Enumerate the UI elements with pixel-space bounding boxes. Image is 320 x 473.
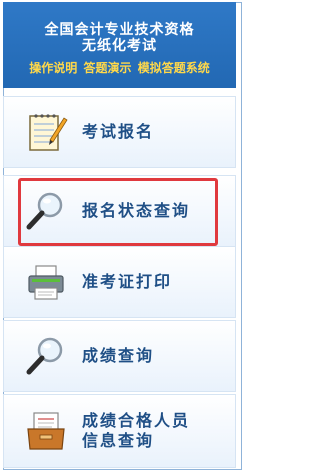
menu-item-score-query[interactable]: 成绩查询	[3, 320, 236, 392]
notepad-pencil-icon	[29, 114, 68, 151]
menu-label-line2: 信息查询	[82, 431, 155, 450]
menu-label: 成绩查询	[82, 346, 155, 365]
printer-icon	[28, 265, 64, 300]
menu-label: 准考证打印	[82, 272, 173, 291]
menu-item-qualified-info[interactable]: 成绩合格人员 信息查询	[3, 394, 236, 468]
file-box-icon	[27, 412, 65, 450]
link-mock-system[interactable]: 模拟答题系统	[138, 61, 210, 75]
menu-label: 成绩合格人员 信息查询	[82, 411, 190, 451]
selection-highlight	[18, 178, 218, 246]
link-demo[interactable]: 答题演示	[83, 61, 131, 75]
header-banner: 全国会计专业技术资格 无纸化考试 操作说明 答题演示 模拟答题系统	[3, 2, 236, 88]
magnifier-icon	[26, 337, 63, 375]
header-title-line1: 全国会计专业技术资格	[44, 22, 195, 38]
menu-label-line1: 成绩合格人员	[82, 411, 191, 430]
link-operation-guide[interactable]: 操作说明	[29, 61, 77, 75]
header-title-line2: 无纸化考试	[82, 38, 157, 54]
header-links: 操作说明 答题演示 模拟答题系统	[3, 59, 236, 76]
menu-item-admission-print[interactable]: 准考证打印	[3, 246, 236, 318]
menu-label: 考试报名	[82, 122, 155, 141]
menu-item-exam-registration[interactable]: 考试报名	[3, 96, 236, 168]
